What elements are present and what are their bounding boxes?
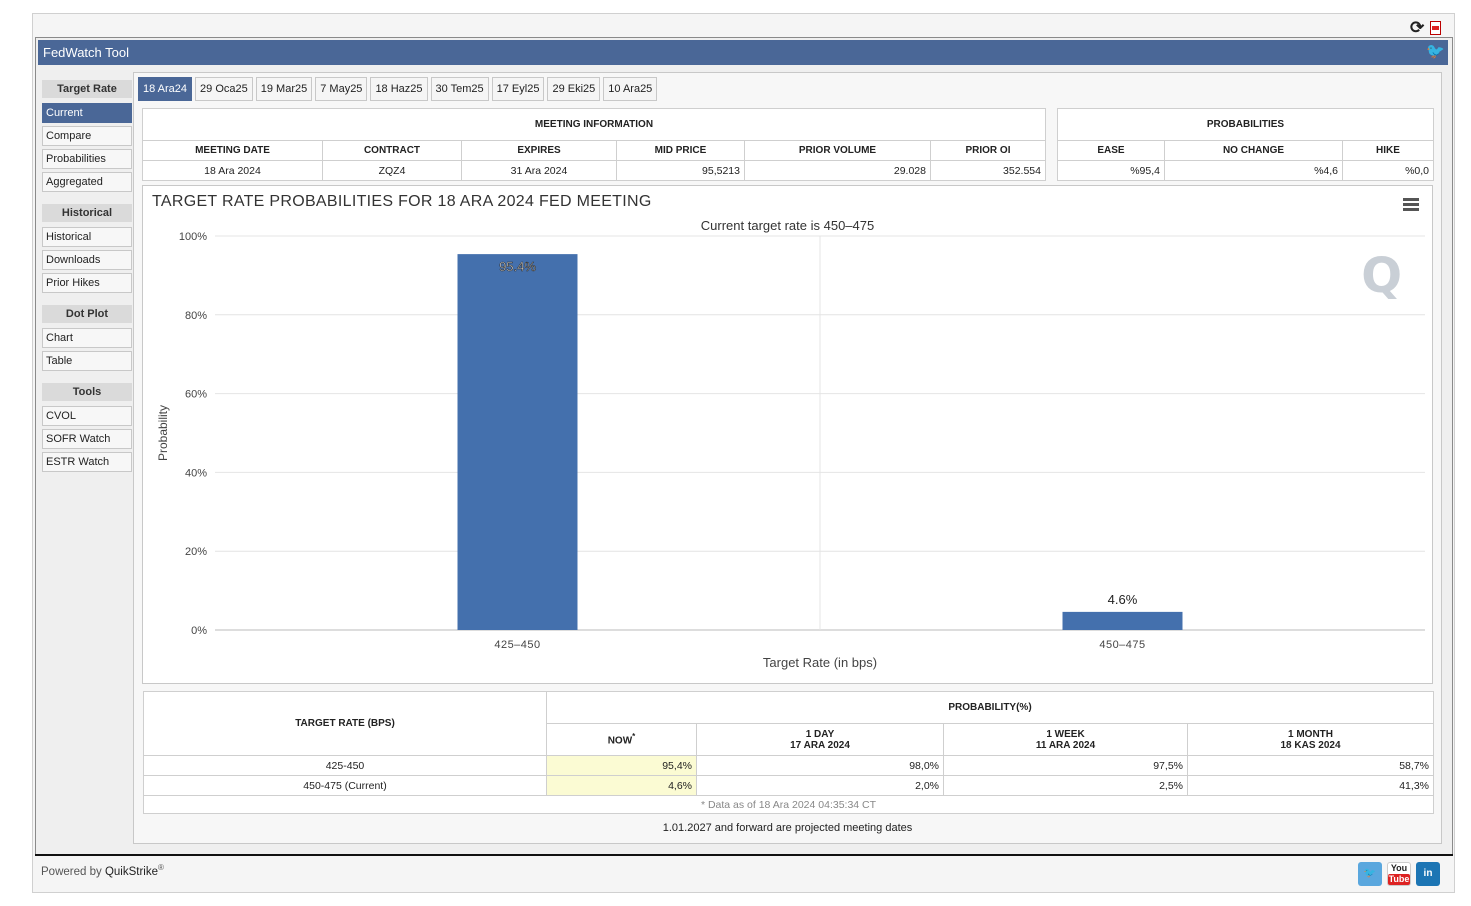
sidebar-section-dot-plot: Dot Plot (42, 305, 132, 323)
social-links: 🐦 You Tube in (1358, 862, 1440, 886)
probabilities-title: PROBABILITIES (1057, 108, 1434, 141)
sidebar-item-estr-watch[interactable]: ESTR Watch (42, 452, 132, 472)
meeting-info-title: MEETING INFORMATION (142, 108, 1046, 141)
sidebar-item-prior-hikes[interactable]: Prior Hikes (42, 273, 132, 293)
y-tick-label: 80% (185, 310, 207, 322)
ease-value: %95,4 (1057, 160, 1165, 181)
projected-note: 1.01.2027 and forward are projected meet… (662, 822, 913, 834)
one-week-header: 1 WEEK 11 ARA 2024 (943, 723, 1188, 756)
prior-oi: 352.554 (930, 160, 1046, 181)
table-row: 425-450 95,4% 98,0% 97,5% 58,7% (143, 755, 1434, 776)
sidebar-item-compare[interactable]: Compare (42, 126, 132, 146)
target-rate-header: TARGET RATE (BPS) (143, 691, 547, 756)
refresh-icon[interactable]: ⟳ (1410, 19, 1424, 36)
col-header: NO CHANGE (1164, 140, 1343, 161)
sidebar-item-probabilities[interactable]: Probabilities (42, 149, 132, 169)
meeting-tabs: 18 Ara24 29 Oca25 19 Mar25 7 May25 18 Ha… (138, 77, 658, 101)
sidebar-section-historical: Historical (42, 204, 132, 222)
data-label: 95.4% (499, 259, 536, 274)
y-tick-label: 60% (185, 389, 207, 401)
tab-meeting[interactable]: 10 Ara25 (603, 77, 658, 101)
x-axis-label: Target Rate (in bps) (763, 655, 877, 670)
no-change-value: %4,6 (1164, 160, 1343, 181)
tab-meeting[interactable]: 18 Ara24 (138, 77, 193, 101)
y-tick-label: 0% (191, 625, 207, 637)
table-row: 450-475 (Current) 4,6% 2,0% 2,5% 41,3% (143, 775, 1434, 796)
sidebar-item-aggregated[interactable]: Aggregated (42, 172, 132, 192)
sidebar-item-sofr-watch[interactable]: SOFR Watch (42, 429, 132, 449)
data-label: 4.6% (1108, 592, 1138, 607)
tab-meeting[interactable]: 17 Eyl25 (491, 77, 545, 101)
tab-meeting[interactable]: 29 Eki25 (547, 77, 601, 101)
sidebar-item-chart[interactable]: Chart (42, 328, 132, 348)
tab-meeting[interactable]: 30 Tem25 (430, 77, 489, 101)
bar-chart: 0% 20% 40% 60% 80% 100% 95.4% 425–450 4.6% 450–47… (156, 231, 1425, 670)
col-header: CONTRACT (322, 140, 462, 161)
col-header: PRIOR OI (930, 140, 1046, 161)
bar (457, 254, 578, 630)
quikstrike-link[interactable]: QuikStrike (105, 866, 158, 878)
title-bar: FedWatch Tool 🐦 (38, 40, 1448, 65)
probability-table: TARGET RATE (BPS) PROBABILITY(%) NOW* 1 … (143, 691, 1434, 814)
meeting-date: 18 Ara 2024 (142, 160, 323, 181)
mid-price: 95,5213 (616, 160, 745, 181)
col-header: PRIOR VOLUME (744, 140, 931, 161)
top-toolbar: ⟳ (1410, 19, 1442, 37)
sidebar-section-target-rate: Target Rate (42, 80, 132, 98)
prior-volume: 29.028 (744, 160, 931, 181)
youtube-icon[interactable]: You Tube (1387, 862, 1411, 886)
meeting-info-table: MEETING INFORMATION MEETING DATE CONTRAC… (142, 108, 1046, 181)
x-tick-label: 425–450 (494, 639, 540, 651)
tab-meeting[interactable]: 29 Oca25 (195, 77, 253, 101)
hike-value: %0,0 (1342, 160, 1434, 181)
tab-meeting[interactable]: 18 Haz25 (370, 77, 428, 101)
linkedin-icon[interactable]: in (1416, 862, 1440, 886)
x-tick-label: 450–475 (1099, 639, 1145, 651)
sidebar-section-tools: Tools (42, 383, 132, 401)
sidebar-item-current[interactable]: Current (42, 103, 132, 123)
y-tick-label: 100% (179, 231, 207, 243)
col-header: HIKE (1342, 140, 1434, 161)
col-header: EXPIRES (461, 140, 617, 161)
col-header: MID PRICE (616, 140, 745, 161)
sidebar: Target Rate Current Compare Probabilitie… (42, 80, 132, 475)
y-tick-label: 40% (185, 467, 207, 479)
powered-by: Powered by QuikStrike® (41, 863, 164, 878)
expires: 31 Ara 2024 (461, 160, 617, 181)
one-month-header: 1 MONTH 18 KAS 2024 (1187, 723, 1434, 756)
y-axis-label: Probability (156, 405, 170, 461)
col-header: EASE (1057, 140, 1165, 161)
pdf-icon[interactable] (1430, 21, 1442, 35)
twitter-icon[interactable]: 🐦 (1358, 862, 1382, 886)
now-header: NOW* (546, 723, 697, 756)
one-day-header: 1 DAY 17 ARA 2024 (696, 723, 944, 756)
tab-meeting[interactable]: 19 Mar25 (255, 77, 313, 101)
sidebar-item-downloads[interactable]: Downloads (42, 250, 132, 270)
tab-meeting[interactable]: 7 May25 (315, 77, 368, 101)
footer-divider (35, 854, 1453, 856)
twitter-icon[interactable]: 🐦 (1426, 44, 1445, 60)
app-title: FedWatch Tool (43, 45, 129, 60)
sidebar-item-table[interactable]: Table (42, 351, 132, 371)
data-timestamp-note: * Data as of 18 Ara 2024 04:35:34 CT (143, 795, 1434, 814)
contract: ZQZ4 (322, 160, 462, 181)
sidebar-item-historical[interactable]: Historical (42, 227, 132, 247)
col-header: MEETING DATE (142, 140, 323, 161)
probabilities-table: PROBABILITIES EASE NO CHANGE HIKE %95,4 … (1057, 108, 1434, 181)
probability-header: PROBABILITY(%) (546, 691, 1434, 724)
y-tick-label: 20% (185, 546, 207, 558)
chart-container: TARGET RATE PROBABILITIES FOR 18 ARA 202… (142, 185, 1433, 684)
sidebar-item-cvol[interactable]: CVOL (42, 406, 132, 426)
bar (1062, 611, 1183, 630)
